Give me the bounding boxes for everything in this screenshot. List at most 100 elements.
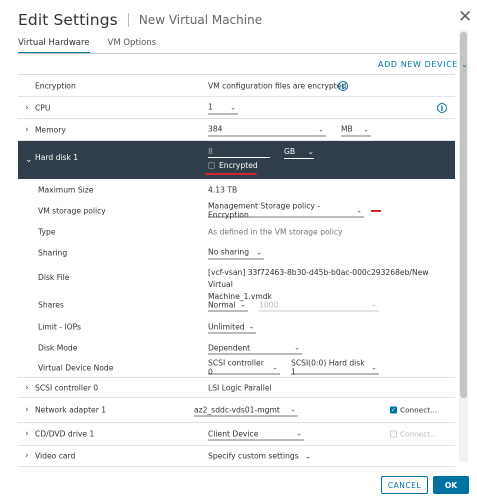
chevron-down-icon: ⌄ bbox=[240, 300, 246, 309]
sharing-select[interactable]: No sharing ⌄ bbox=[208, 246, 264, 259]
encrypted-checkbox[interactable]: Encrypted bbox=[208, 161, 258, 170]
network-value: az2_sddc-vds01-mgmt bbox=[194, 405, 280, 414]
tab-vm-options[interactable]: VM Options bbox=[108, 38, 157, 54]
network-label: Network adapter 1 bbox=[35, 405, 107, 415]
chevron-down-icon: ⌄ bbox=[290, 405, 296, 414]
cpu-select[interactable]: 1 ⌄ bbox=[208, 101, 238, 114]
row-vm-storage-policy: VM storage policy Management Storage pol… bbox=[18, 200, 455, 221]
maximum-size-label: Maximum Size bbox=[38, 185, 94, 194]
chevron-down-icon: ⌄ bbox=[248, 322, 255, 331]
vdn-controller-select[interactable]: SCSI controller 0 ⌄ bbox=[208, 358, 280, 376]
type-value: As defined in the VM storage policy bbox=[208, 227, 343, 236]
row-virtual-device-node: Virtual Device Node SCSI controller 0 ⌄ … bbox=[18, 358, 455, 378]
memory-unit-select[interactable]: MB ⌄ bbox=[341, 123, 371, 136]
check-icon: ✓ bbox=[390, 406, 397, 414]
memory-value: 384 bbox=[208, 124, 223, 134]
row-type: Type As defined in the VM storage policy bbox=[18, 221, 455, 242]
caret-right-icon[interactable]: › bbox=[25, 405, 29, 415]
disk-mode-select[interactable]: Dependent ⌄ bbox=[208, 342, 302, 355]
chevron-down-icon: ⌄ bbox=[272, 363, 278, 371]
shares-value: Normal bbox=[208, 300, 236, 309]
cancel-button[interactable]: CANCEL bbox=[381, 476, 428, 494]
limit-iops-value: Unlimited bbox=[208, 322, 245, 331]
network-connect-checkbox[interactable]: ✓ Connect... bbox=[390, 406, 437, 415]
chevron-down-icon: ⌄ bbox=[305, 452, 312, 461]
caret-down-icon[interactable]: ⌄ bbox=[25, 155, 33, 165]
checkbox-box[interactable] bbox=[208, 162, 215, 169]
ok-button[interactable]: OK bbox=[433, 476, 469, 494]
row-scsi-controller[interactable]: › SCSI controller 0 LSI Logic Parallel bbox=[18, 378, 455, 398]
video-select[interactable]: Specify custom settings ⌄ bbox=[208, 452, 311, 461]
scrollbar-thumb[interactable] bbox=[460, 32, 467, 398]
chevron-down-icon: ⌄ bbox=[230, 103, 236, 111]
row-hard-disk-1[interactable]: ⌄ Hard disk 1 8 GB ⌄ Encrypted bbox=[18, 141, 455, 179]
add-new-device-button[interactable]: ADD NEW DEVICE ⌄ bbox=[378, 60, 468, 69]
cdvd-connect-checkbox[interactable]: Connect... bbox=[390, 430, 437, 439]
info-icon[interactable]: i bbox=[437, 103, 447, 113]
row-memory[interactable]: › Memory 384 ⌄ MB ⌄ bbox=[18, 119, 455, 141]
cdvd-value: Client Device bbox=[208, 429, 259, 438]
disk-mode-value: Dependent bbox=[208, 343, 251, 352]
network-select[interactable]: az2_sddc-vds01-mgmt ⌄ bbox=[194, 404, 298, 417]
encryption-value: VM configuration files are encrypted. bbox=[208, 81, 349, 90]
hard-disk-label: Hard disk 1 bbox=[35, 153, 79, 162]
shares-amount: 1000 bbox=[259, 300, 279, 309]
hardware-table: Encryption VM configuration files are en… bbox=[18, 74, 455, 467]
row-network-adapter[interactable]: › Network adapter 1 az2_sddc-vds01-mgmt … bbox=[18, 398, 455, 423]
vdn-node-value: SCSI(0:0) Hard disk 1 bbox=[291, 358, 365, 376]
network-connect-label: Connect... bbox=[400, 405, 438, 415]
shares-select[interactable]: Normal ⌄ bbox=[208, 299, 248, 312]
caret-right-icon[interactable]: › bbox=[25, 429, 29, 439]
row-sharing: Sharing No sharing ⌄ bbox=[18, 242, 455, 263]
row-encryption: Encryption VM configuration files are en… bbox=[18, 75, 455, 97]
caret-right-icon[interactable]: › bbox=[25, 451, 29, 461]
close-icon[interactable]: ✕ bbox=[458, 9, 472, 26]
checkbox-box bbox=[390, 430, 397, 438]
chevron-down-icon: ⌄ bbox=[363, 125, 369, 133]
cdvd-connect-label: Connect... bbox=[400, 429, 438, 439]
chevron-down-icon: ⌄ bbox=[461, 60, 469, 69]
cdvd-select[interactable]: Client Device ⌄ bbox=[208, 428, 304, 441]
row-cd-dvd[interactable]: › CD/DVD drive 1 Client Device ⌄ Connect… bbox=[18, 423, 455, 446]
chevron-down-icon: ⌄ bbox=[371, 300, 377, 309]
hard-disk-unit: GB bbox=[284, 147, 296, 156]
caret-right-icon[interactable]: › bbox=[25, 103, 29, 113]
chevron-down-icon: ⌄ bbox=[371, 363, 377, 371]
disk-file-line-1: [vcf-vsan] 33f72463-8b30-d45b-b0ac-000c2… bbox=[208, 268, 429, 289]
disk-mode-label: Disk Mode bbox=[38, 343, 78, 353]
chevron-down-icon: ⌄ bbox=[307, 147, 314, 156]
row-video-card[interactable]: › Video card Specify custom settings ⌄ bbox=[18, 446, 455, 467]
type-label: Type bbox=[38, 227, 56, 236]
video-label: Video card bbox=[35, 451, 76, 461]
red-annotation-dash bbox=[371, 210, 381, 212]
cpu-value: 1 bbox=[208, 102, 213, 112]
memory-input[interactable]: 384 ⌄ bbox=[208, 123, 326, 136]
sharing-label: Sharing bbox=[38, 248, 68, 257]
dialog-header: Edit Settings New Virtual Machine bbox=[18, 8, 262, 32]
hard-disk-size-input[interactable]: 8 bbox=[208, 147, 270, 158]
encryption-label: Encryption bbox=[35, 81, 76, 90]
limit-iops-label: Limit - IOPs bbox=[38, 322, 82, 332]
scsi-value: LSI Logic Parallel bbox=[208, 383, 272, 392]
chevron-down-icon: ⌄ bbox=[294, 343, 300, 352]
row-disk-file: Disk File [vcf-vsan] 33f72463-8b30-d45b-… bbox=[18, 263, 455, 301]
storage-policy-label: VM storage policy bbox=[38, 206, 106, 215]
row-limit-iops: Limit - IOPs Unlimited ⌄ bbox=[18, 316, 455, 338]
caret-right-icon[interactable]: › bbox=[25, 125, 29, 135]
memory-unit: MB bbox=[341, 124, 353, 134]
shares-amount-input[interactable]: 1000 ⌄ bbox=[259, 299, 379, 312]
storage-policy-select[interactable]: Management Storage policy - Encryption ⌄ bbox=[208, 201, 364, 219]
vdn-node-select[interactable]: SCSI(0:0) Hard disk 1 ⌄ bbox=[291, 358, 379, 376]
sharing-value: No sharing bbox=[208, 247, 250, 257]
storage-policy-value: Management Storage policy - Encryption bbox=[208, 201, 321, 219]
tab-virtual-hardware[interactable]: Virtual Hardware bbox=[18, 38, 90, 54]
row-cpu[interactable]: › CPU 1 ⌄ i bbox=[18, 97, 455, 119]
chevron-down-icon: ⌄ bbox=[296, 429, 302, 438]
chevron-down-icon: ⌄ bbox=[318, 125, 324, 133]
row-disk-mode: Disk Mode Dependent ⌄ bbox=[18, 338, 455, 358]
vdn-controller-value: SCSI controller 0 bbox=[208, 358, 264, 376]
info-icon[interactable]: i bbox=[338, 81, 348, 91]
caret-right-icon[interactable]: › bbox=[25, 383, 29, 393]
limit-iops-select[interactable]: Unlimited ⌄ bbox=[208, 321, 256, 334]
hard-disk-unit-select[interactable]: GB ⌄ bbox=[284, 147, 314, 159]
